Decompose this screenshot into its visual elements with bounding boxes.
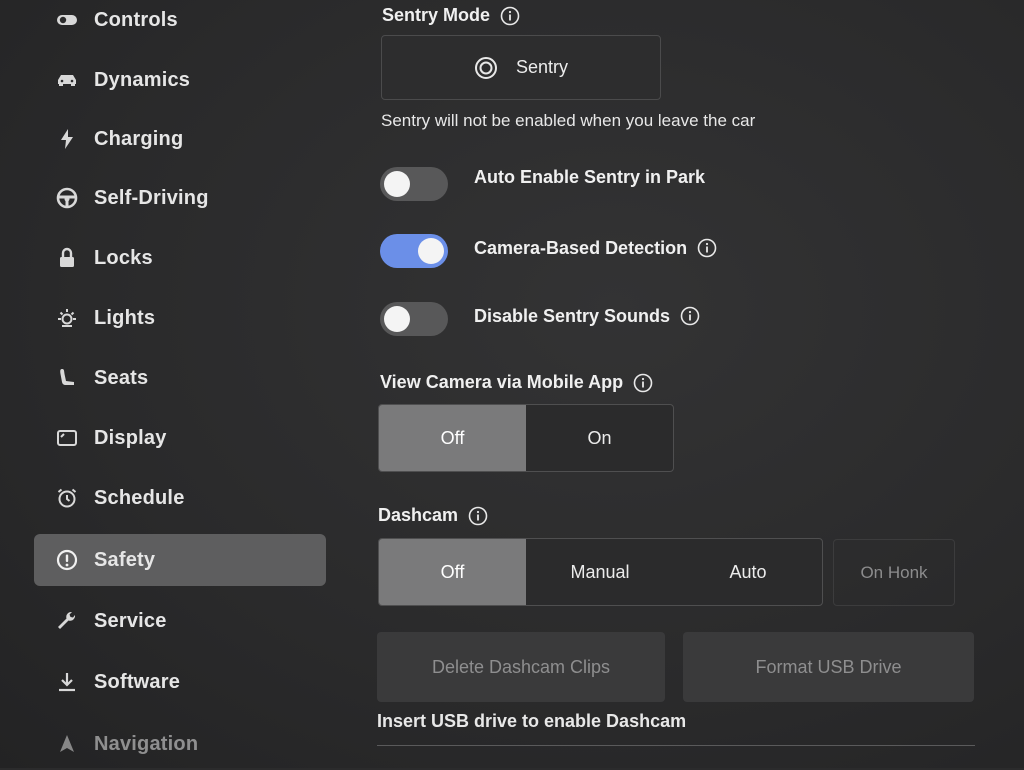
sentry-button[interactable]: Sentry <box>381 35 661 100</box>
section-title: Sentry Mode <box>382 5 491 25</box>
sentry-mode-header: Sentry Mode <box>382 5 520 26</box>
camera-detection-toggle[interactable] <box>380 234 448 268</box>
alert-circle-icon <box>54 547 80 573</box>
sidebar-item-label: Service <box>94 609 167 632</box>
info-icon[interactable] <box>500 6 520 26</box>
sidebar-item-label: Self-Driving <box>94 186 209 209</box>
car-icon <box>54 67 80 93</box>
sidebar-item-label: Display <box>94 426 167 449</box>
navigation-arrow-icon <box>54 731 80 757</box>
toggle-knob <box>384 306 410 332</box>
sidebar-item-label: Seats <box>94 366 149 389</box>
sentry-icon <box>474 56 498 80</box>
toggle-label: Auto Enable Sentry in Park <box>474 166 706 187</box>
format-usb-drive-button[interactable]: Format USB Drive <box>683 632 974 702</box>
sidebar-item-locks[interactable]: Locks <box>34 232 326 284</box>
sidebar-item-self-driving[interactable]: Self-Driving <box>34 172 326 224</box>
sidebar-item-dynamics[interactable]: Dynamics <box>34 54 326 106</box>
alarm-clock-icon <box>54 485 80 511</box>
settings-sidebar: Controls Dynamics Charging Self-Driving … <box>0 0 340 768</box>
sidebar-item-seats[interactable]: Seats <box>34 352 326 404</box>
sidebar-item-label: Charging <box>94 127 184 150</box>
sidebar-item-service[interactable]: Service <box>34 595 326 647</box>
disable-sounds-toggle[interactable] <box>380 302 448 336</box>
auto-enable-sentry-row: Auto Enable Sentry in Park <box>380 167 705 201</box>
toggle-knob <box>384 171 410 197</box>
dashcam-auto-option[interactable]: Auto <box>674 539 822 605</box>
download-icon <box>54 669 80 695</box>
divider <box>377 745 975 746</box>
dashcam-off-option[interactable]: Off <box>379 539 526 605</box>
toggle-label: Camera-Based Detection <box>474 237 688 258</box>
view-camera-selector: Off On <box>378 404 674 472</box>
delete-dashcam-clips-button[interactable]: Delete Dashcam Clips <box>377 632 665 702</box>
on-honk-button[interactable]: On Honk <box>833 539 955 606</box>
dashcam-usb-note: Insert USB drive to enable Dashcam <box>377 711 687 731</box>
lock-icon <box>54 245 80 271</box>
sidebar-item-label: Schedule <box>94 486 185 509</box>
disable-sounds-row: Disable Sentry Sounds <box>380 302 700 336</box>
info-icon[interactable] <box>633 373 653 393</box>
auto-enable-sentry-toggle[interactable] <box>380 167 448 201</box>
sidebar-item-label: Software <box>94 670 181 693</box>
section-title: Dashcam <box>378 505 459 525</box>
sidebar-item-label: Navigation <box>94 732 199 755</box>
sidebar-item-display[interactable]: Display <box>34 412 326 464</box>
seat-icon <box>54 365 80 391</box>
camera-detection-row: Camera-Based Detection <box>380 234 717 268</box>
view-camera-header: View Camera via Mobile App <box>380 372 653 393</box>
info-icon[interactable] <box>680 306 700 326</box>
sidebar-item-safety[interactable]: Safety <box>34 534 326 586</box>
sidebar-item-lights[interactable]: Lights <box>34 292 326 344</box>
sidebar-item-charging[interactable]: Charging <box>34 113 326 165</box>
sun-icon <box>54 305 80 331</box>
sentry-note: Sentry will not be enabled when you leav… <box>381 111 756 130</box>
sentry-button-label: Sentry <box>515 57 569 77</box>
view-camera-off-option[interactable]: Off <box>379 405 526 471</box>
sidebar-item-schedule[interactable]: Schedule <box>34 472 326 524</box>
view-camera-on-option[interactable]: On <box>526 405 673 471</box>
sidebar-item-label: Dynamics <box>94 68 191 91</box>
lightning-icon <box>54 126 80 152</box>
steering-wheel-icon <box>54 185 80 211</box>
toggle-icon <box>54 7 80 33</box>
dashcam-manual-option[interactable]: Manual <box>526 539 674 605</box>
sidebar-item-label: Safety <box>94 548 156 571</box>
sidebar-item-label: Locks <box>94 246 153 269</box>
sidebar-item-software[interactable]: Software <box>34 656 326 708</box>
dashcam-header: Dashcam <box>378 505 488 526</box>
sidebar-item-label: Lights <box>94 306 156 329</box>
sidebar-item-label: Controls <box>94 8 178 31</box>
display-icon <box>54 425 80 451</box>
info-icon[interactable] <box>468 506 488 526</box>
info-icon[interactable] <box>697 238 717 258</box>
settings-screen: Controls Dynamics Charging Self-Driving … <box>0 0 1024 768</box>
section-title: View Camera via Mobile App <box>380 372 624 392</box>
sidebar-item-controls[interactable]: Controls <box>34 0 326 46</box>
wrench-icon <box>54 608 80 634</box>
toggle-knob <box>418 238 444 264</box>
dashcam-selector: Off Manual Auto <box>378 538 823 606</box>
toggle-label: Disable Sentry Sounds <box>474 305 671 326</box>
sidebar-item-navigation[interactable]: Navigation <box>34 718 326 770</box>
